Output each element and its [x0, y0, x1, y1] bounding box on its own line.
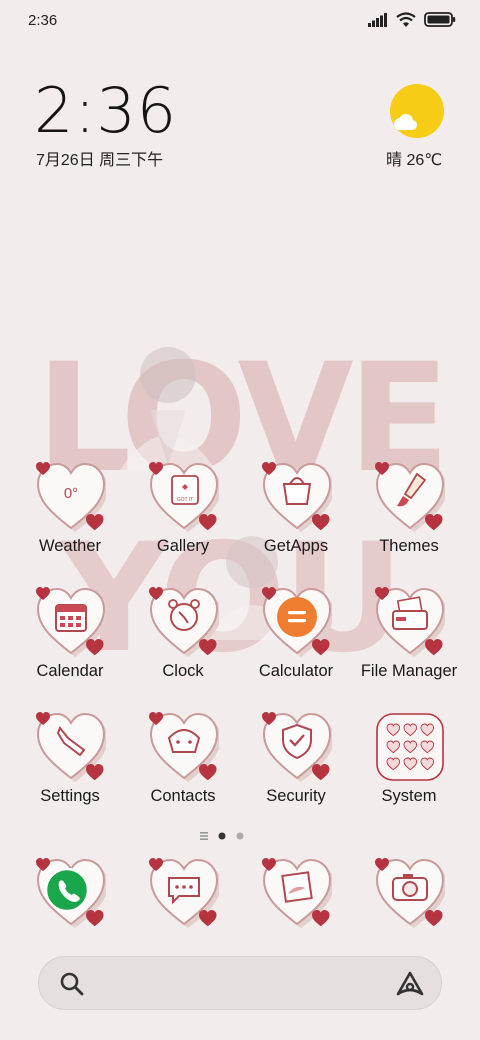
page-dot[interactable]: [236, 832, 244, 840]
wifi-icon: [396, 12, 416, 27]
app-system[interactable]: System: [353, 712, 465, 822]
mini-heart-bottom-icon: [86, 639, 104, 656]
app-contacts[interactable]: Contacts: [127, 712, 239, 822]
assistant-icon[interactable]: [395, 970, 425, 998]
contacts-icon: [149, 712, 219, 782]
weather-icon: 0°: [36, 462, 106, 532]
mini-heart-bottom-icon: [86, 514, 104, 531]
page-indicator: [200, 832, 244, 840]
calendar-icon: [36, 587, 106, 657]
security-icon: [262, 712, 332, 782]
app-label: File Manager: [360, 662, 458, 680]
mini-heart-bottom-icon: [199, 910, 217, 927]
app-label: GetApps: [263, 537, 329, 555]
app-label: Contacts: [150, 787, 216, 805]
mini-heart-bottom-icon: [425, 910, 443, 927]
cloud-icon: [394, 114, 417, 130]
search-bar[interactable]: [38, 956, 442, 1010]
mini-heart-bottom-icon: [312, 514, 330, 531]
mini-heart-bottom-icon: [312, 910, 330, 927]
signal-icon: [368, 12, 387, 27]
mini-heart-bottom-icon: [199, 514, 217, 531]
calculator-icon: [262, 587, 332, 657]
mini-heart-bottom-icon: [425, 639, 443, 656]
phone-icon: [36, 858, 108, 928]
app-label: Gallery: [156, 537, 210, 555]
menu-lines-icon[interactable]: [200, 832, 208, 840]
page-dot-active[interactable]: [218, 832, 226, 840]
camera-icon: [375, 858, 447, 928]
messages-icon: [149, 858, 221, 928]
mini-heart-bottom-icon: [312, 764, 330, 781]
status-icons: [368, 12, 456, 27]
themes-icon: [375, 462, 445, 532]
app-label: Clock: [162, 662, 204, 680]
app-calendar[interactable]: Calendar: [14, 587, 126, 697]
app-label: Settings: [40, 787, 100, 805]
mini-heart-bottom-icon: [86, 764, 104, 781]
app-file-manager[interactable]: File Manager: [353, 587, 465, 697]
app-gallery[interactable]: GOT IT Gallery: [127, 462, 239, 572]
mini-heart-bottom-icon: [199, 639, 217, 656]
search-icon: [60, 972, 84, 996]
app-label: Security: [266, 787, 326, 805]
app-security[interactable]: Security: [240, 712, 352, 822]
file-manager-icon: [375, 587, 445, 657]
app-label: Weather: [38, 537, 102, 555]
status-bar: 2:36: [0, 0, 480, 44]
mini-heart-bottom-icon: [425, 514, 443, 531]
app-label: Themes: [379, 537, 439, 555]
getapps-icon: [262, 462, 332, 532]
browser-icon: [262, 858, 334, 928]
app-themes[interactable]: Themes: [353, 462, 465, 572]
dock-camera-button[interactable]: [375, 858, 447, 928]
app-label: Calendar: [36, 662, 104, 680]
gallery-icon: GOT IT: [149, 462, 219, 532]
dock-phone-button[interactable]: [36, 858, 108, 928]
app-label: Calculator: [258, 662, 334, 680]
mini-heart-bottom-icon: [199, 764, 217, 781]
clock-icon: [149, 587, 219, 657]
battery-icon: [424, 12, 456, 27]
weather-icon-text: 0°: [64, 485, 78, 502]
status-time: 2:36: [28, 12, 58, 29]
app-calculator[interactable]: Calculator: [240, 587, 352, 697]
app-label: System: [381, 787, 437, 805]
system-folder-icon: [376, 713, 444, 781]
app-weather[interactable]: 0° Weather: [14, 462, 126, 572]
clock-widget-date: 7月26日 周三下午: [36, 152, 164, 169]
dock-browser-button[interactable]: [262, 858, 334, 928]
app-clock[interactable]: Clock: [127, 587, 239, 697]
settings-icon: [36, 712, 106, 782]
mini-heart-bottom-icon: [312, 639, 330, 656]
app-settings[interactable]: Settings: [14, 712, 126, 822]
app-getapps[interactable]: GetApps: [240, 462, 352, 572]
clock-widget-time[interactable]: 2:36: [34, 74, 177, 147]
weather-widget-text: 晴 26℃: [386, 152, 443, 169]
mini-heart-bottom-icon: [86, 910, 104, 927]
gallery-icon-text: GOT IT: [177, 497, 194, 503]
dock-messages-button[interactable]: [149, 858, 221, 928]
